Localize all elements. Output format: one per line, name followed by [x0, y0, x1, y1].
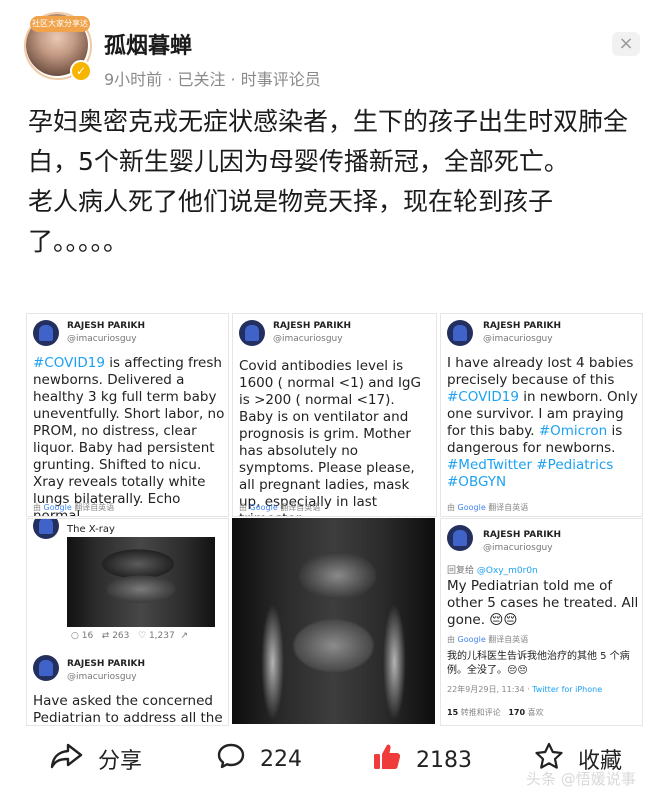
hashtag: #COVID19: [33, 355, 105, 371]
watermark: 头条 @悟媛说事: [526, 770, 636, 788]
tweet-card-3[interactable]: RAJESH PARIKH @imacuriosguy I have alrea…: [440, 313, 643, 517]
like-count: 2183: [416, 747, 472, 773]
verified-badge-icon: ✓: [70, 60, 92, 82]
tweet-avatar: [33, 519, 59, 539]
tweet-avatar: [447, 525, 473, 551]
tweet-date: 22年9月29日, 11:34 · Twitter for iPhone: [447, 685, 603, 694]
tweet-author: RAJESH PARIKH: [483, 530, 562, 540]
tweet-body: My Pediatrian told me of other 5 cases h…: [447, 578, 639, 628]
like-icon: ♡: [137, 631, 147, 641]
thumbs-up-icon: [372, 742, 402, 778]
tweet-card-1[interactable]: RAJESH PARIKH @imacuriosguy #COVID19 is …: [26, 313, 229, 517]
translate-note: 由 Google 翻译自英语: [447, 503, 529, 512]
tweet-card-4[interactable]: The X-ray ○ 16 ⇄ 263 ♡ 1,237 ↗ RAJESH PA…: [26, 518, 229, 726]
tweet-author: RAJESH PARIKH: [67, 659, 146, 669]
like-button[interactable]: 2183: [372, 742, 472, 778]
translate-note: 由 Google 翻译自英语: [447, 635, 529, 644]
share-icon: [50, 742, 84, 776]
post-text: 孕妇奥密克戎无症状感染者，生下的孩子出生时双肺全白，5个新生婴儿因为母婴传播新冠…: [28, 102, 644, 262]
avatar-banner: 社区大家分享达人: [30, 16, 90, 32]
tweet-avatar: [33, 655, 59, 681]
tweet-translation: 我的儿科医生告诉我他治疗的其他 5 个病例。全没了。😔😔: [447, 651, 630, 676]
tweet-author: RAJESH PARIKH: [273, 321, 352, 331]
tweet-stats: ○ 16 ⇄ 263 ♡ 1,237 ↗: [71, 631, 188, 641]
translate-note: 由 Google 翻译自英语: [33, 503, 115, 512]
comment-count: 224: [260, 746, 302, 772]
tweet-handle: @imacuriosguy: [67, 672, 137, 682]
tweet-body: Covid antibodies level is 1600 ( normal …: [239, 358, 421, 516]
tweet-body: Have asked the concerned Pediatrian to a…: [33, 693, 223, 726]
tweet-author: RAJESH PARIKH: [67, 321, 146, 331]
tweet-avatar: [239, 320, 265, 346]
tweet-avatar: [33, 320, 59, 346]
tweet-card-2[interactable]: RAJESH PARIKH @imacuriosguy Covid antibo…: [232, 313, 437, 517]
tweet-body: #COVID19 is affecting fresh newborns. De…: [33, 355, 225, 517]
xray-image-large[interactable]: [232, 518, 435, 724]
post-text-line-1: 孕妇奥密克戎无症状感染者，生下的孩子出生时双肺全白，5个新生婴儿因为母婴传播新冠…: [28, 107, 629, 176]
tweet-engagement: 15 转推和评论 170 喜欢: [447, 708, 544, 717]
tweet-handle: @imacuriosguy: [483, 543, 553, 553]
post-text-line-2: 老人病人死了他们说是物竞天择，现在轮到孩子了。。。。。: [28, 187, 554, 256]
tweet-handle: @imacuriosguy: [67, 334, 137, 344]
tweet-handle: @imacuriosguy: [483, 334, 553, 344]
share-button[interactable]: 分享: [50, 742, 142, 776]
comment-icon: [216, 742, 246, 776]
xray-image-small[interactable]: [67, 537, 215, 627]
comment-button[interactable]: 224: [216, 742, 302, 776]
tweet-avatar: [447, 320, 473, 346]
close-icon[interactable]: ×: [612, 32, 640, 56]
tweet-handle: @imacuriosguy: [273, 334, 343, 344]
reply-icon: ○: [71, 631, 79, 641]
post-meta: 9小时前 · 已关注 · 时事评论员: [104, 70, 321, 89]
translate-note: 由 Google 翻译自英语: [239, 503, 321, 512]
tweet-author: RAJESH PARIKH: [483, 321, 562, 331]
tweet-card-6[interactable]: RAJESH PARIKH @imacuriosguy 回复给 @Oxy_m0r…: [440, 518, 643, 726]
share-label: 分享: [98, 749, 143, 774]
retweet-icon: ⇄: [101, 631, 110, 641]
tweet-body: I have already lost 4 babies precisely b…: [447, 355, 638, 490]
share-small-icon: ↗: [180, 631, 188, 641]
username[interactable]: 孤烟暮蝉: [104, 28, 192, 60]
reply-to: 回复给 @Oxy_m0r0n: [447, 566, 538, 576]
xray-caption: The X-ray: [67, 524, 115, 535]
